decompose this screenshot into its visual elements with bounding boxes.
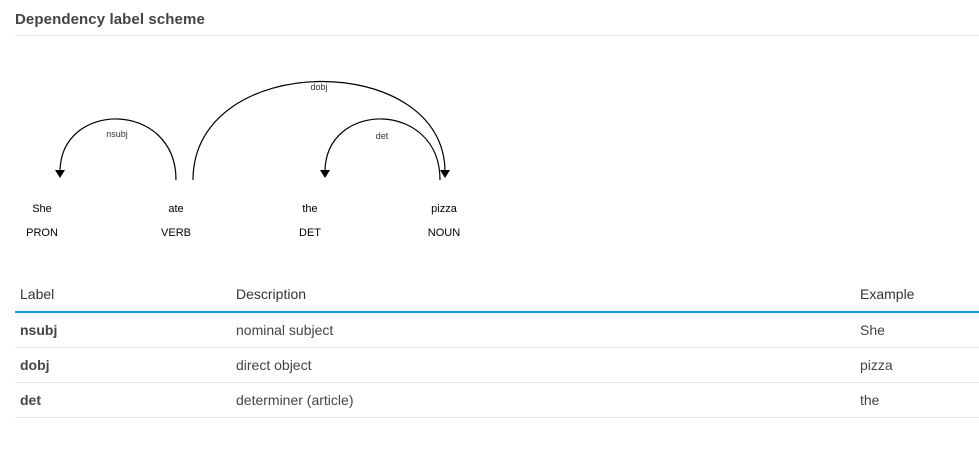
token-the: the DET — [299, 203, 321, 239]
token-tag: VERB — [161, 227, 191, 239]
arc-dobj-label: dobj — [310, 82, 327, 92]
arc-det: det — [320, 118, 441, 181]
example-cell: She — [855, 312, 979, 348]
token-ate: ate VERB — [161, 203, 191, 239]
token-tag: NOUN — [428, 227, 460, 239]
label-cell: det — [15, 382, 231, 418]
arc-dobj: dobj — [192, 80, 450, 181]
token-word: She — [32, 203, 52, 215]
example-cell: the — [855, 382, 979, 418]
section-title: Dependency label scheme — [15, 11, 205, 28]
column-header-label: Label — [15, 276, 231, 313]
token-tag: PRON — [26, 227, 58, 239]
dependency-parse-diagram: nsubj dobj det She PRON ate VERB the DET… — [26, 80, 460, 239]
description-cell: direct object — [231, 347, 855, 383]
table-row: det determiner (article) the — [15, 382, 979, 418]
label-cell: dobj — [15, 347, 231, 383]
arc-det-curve — [324, 118, 441, 181]
label-cell: nsubj — [15, 312, 231, 348]
arc-nsubj: nsubj — [55, 118, 177, 181]
column-header-example: Example — [855, 276, 979, 313]
description-cell: determiner (article) — [231, 382, 855, 418]
arc-nsubj-arrowhead — [55, 170, 65, 178]
arc-dobj-curve — [192, 80, 446, 181]
token-word: pizza — [431, 203, 458, 215]
table-row: dobj direct object pizza — [15, 347, 979, 383]
table-header: Label Description Example — [15, 276, 979, 313]
dependency-label-table: Label Description Example nsubj nominal … — [15, 276, 979, 418]
arc-det-arrowhead — [320, 170, 330, 178]
arc-dobj-arrowhead — [440, 170, 450, 178]
token-word: ate — [168, 203, 183, 215]
example-cell: pizza — [855, 347, 979, 383]
arc-det-label: det — [376, 131, 389, 141]
token-she: She PRON — [26, 203, 58, 239]
table-row: nsubj nominal subject She — [15, 312, 979, 348]
description-cell: nominal subject — [231, 312, 855, 348]
arc-nsubj-label: nsubj — [106, 129, 128, 139]
token-word: the — [302, 203, 317, 215]
column-header-description: Description — [231, 276, 855, 313]
token-tag: DET — [299, 227, 321, 239]
title-divider — [15, 35, 979, 36]
table-body: nsubj nominal subject She dobj direct ob… — [15, 312, 979, 418]
token-pizza: pizza NOUN — [428, 203, 460, 239]
table-header-row: Label Description Example — [15, 276, 979, 313]
